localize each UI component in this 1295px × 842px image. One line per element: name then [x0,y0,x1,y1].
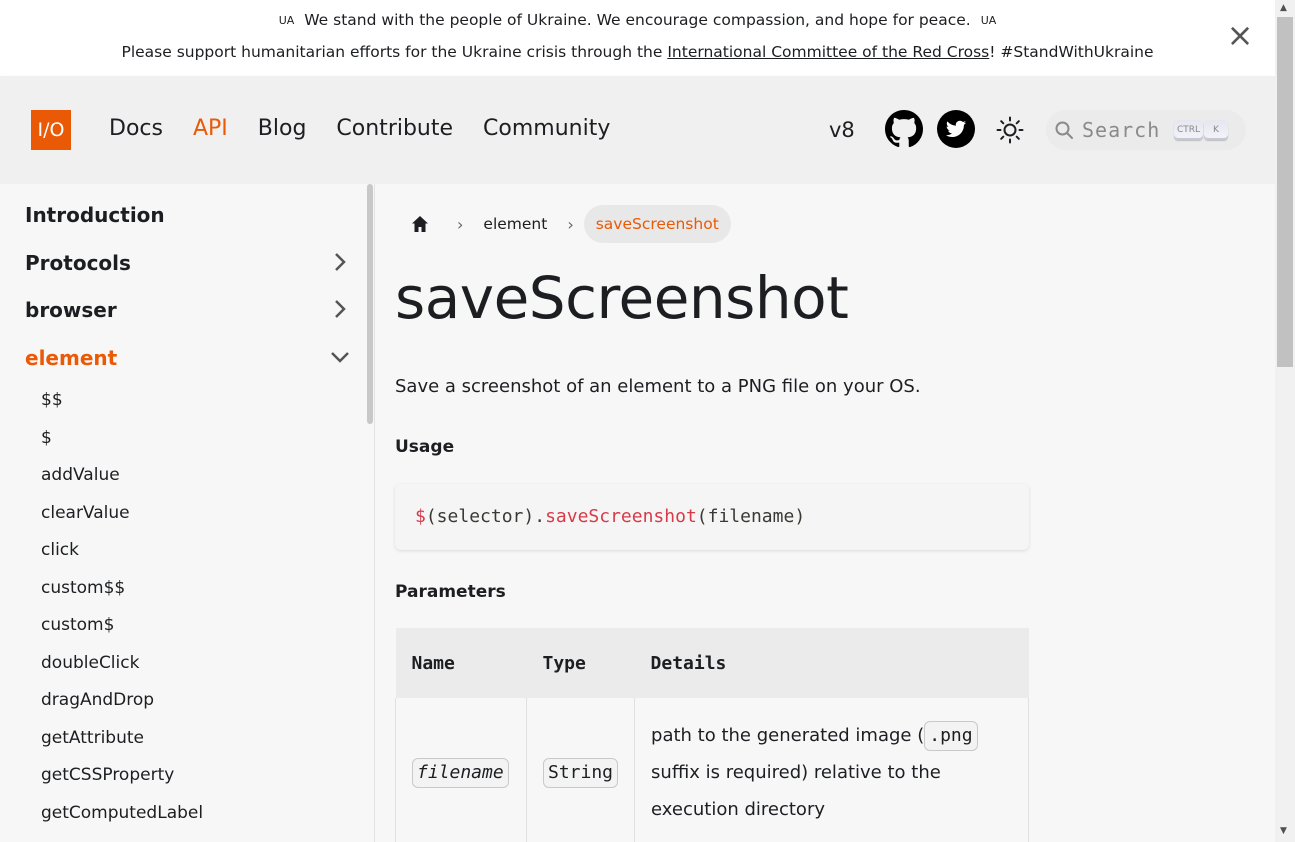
nav-links: Docs API Blog Contribute Community [109,116,640,141]
breadcrumb: › element › saveScreenshot [395,204,731,244]
nav-contribute[interactable]: Contribute [336,116,453,141]
parameters-table: Name Type Details filename String path t… [395,628,1029,842]
code-dollar: $ [415,506,426,527]
search-button[interactable]: Search CTRL K [1046,110,1246,150]
sidebar-item[interactable]: getComputedLabel [41,803,203,823]
param-details-text-rest: suffix is required) relative to the exec… [651,762,941,821]
sidebar-item[interactable]: getCSSProperty [41,765,174,785]
sidebar-item[interactable]: click [41,540,79,560]
param-name: filename [412,758,509,789]
column-header-type: Type [526,628,635,698]
ua-flag-right: UA [980,14,997,27]
ctrl-key: CTRL [1174,120,1204,140]
close-icon: × [1226,16,1254,54]
twitter-icon[interactable] [937,110,975,148]
code-selector: (selector). [425,506,546,527]
param-details-cell: path to the generated image (.png suffix… [634,698,1029,842]
scrollbar-thumb[interactable] [1277,17,1293,367]
search-icon [1055,121,1073,139]
github-icon[interactable] [885,110,923,148]
page-description: Save a screenshot of an element to a PNG… [395,376,921,397]
main-content: › element › saveScreenshot saveScreensho… [375,184,1275,842]
version-selector[interactable]: v8 [829,118,855,142]
search-label: Search [1082,118,1161,142]
sidebar-scrollbar[interactable] [367,184,373,424]
sidebar-item[interactable]: clearValue [41,503,130,523]
column-header-details: Details [634,628,1029,698]
page-title: saveScreenshot [395,264,849,332]
announcement-support-text: Please support humanitarian efforts for … [121,43,668,61]
sidebar-category-browser[interactable]: browser [25,298,117,322]
nav-blog[interactable]: Blog [258,116,307,141]
code-method: saveScreenshot [545,506,697,527]
code-args: (filename) [696,506,806,527]
k-key: K [1204,120,1228,140]
announcement-line-1: UA We stand with the people of Ukraine. W… [0,11,1275,29]
chevron-right-icon[interactable] [330,299,350,319]
param-name-cell: filename [395,698,527,842]
usage-code-block: $(selector).saveScreenshot(filename) [395,484,1029,550]
sidebar-item[interactable]: getAttribute [41,728,144,748]
sidebar-item[interactable]: custom$$ [41,578,125,598]
breadcrumb-separator: › [567,214,574,234]
page-scrollbar[interactable]: ▲ ▼ [1275,0,1295,842]
usage-heading: Usage [395,437,455,457]
chevron-right-icon[interactable] [330,252,350,272]
chevron-down-icon[interactable] [330,347,350,367]
param-details-code: .png [924,721,978,752]
sidebar-item[interactable]: $ [41,428,52,448]
table-row: filename String path to the generated im… [395,698,1029,842]
parameters-heading: Parameters [395,582,506,602]
breadcrumb-element[interactable]: element [483,215,547,233]
theme-toggle-icon[interactable] [996,116,1024,144]
sidebar-item[interactable]: addValue [41,465,120,485]
announcement-line-2: Please support humanitarian efforts for … [0,43,1275,61]
table-header-row: Name Type Details [395,628,1029,698]
home-icon[interactable] [411,215,429,233]
scroll-down-icon[interactable]: ▼ [1280,826,1287,836]
column-header-name: Name [395,628,527,698]
announcement-bar: UA We stand with the people of Ukraine. W… [0,0,1275,76]
announcement-hashtag: ! #StandWithUkraine [989,43,1154,61]
announcement-text: We stand with the people of Ukraine. We … [304,11,971,29]
breadcrumb-separator: › [457,214,464,234]
sidebar-item[interactable]: $$ [41,390,63,410]
nav-api[interactable]: API [193,116,228,141]
sidebar-item[interactable]: dragAndDrop [41,690,154,710]
sidebar-category-introduction[interactable]: Introduction [25,203,165,227]
nav-community[interactable]: Community [483,116,610,141]
navbar: I/O Docs API Blog Contribute Community v… [0,76,1275,184]
logo[interactable]: I/O [31,110,71,150]
breadcrumb-current: saveScreenshot [583,205,731,243]
param-type: String [543,758,619,789]
sidebar: Introduction Protocols browser element $… [0,184,375,842]
ua-flag-left: UA [278,14,295,27]
param-details-text: path to the generated image ( [651,725,925,747]
nav-docs[interactable]: Docs [109,116,163,141]
sidebar-category-element[interactable]: element [25,346,117,370]
sidebar-item[interactable]: custom$ [41,615,114,635]
close-announcement-button[interactable]: × [1225,19,1255,51]
red-cross-link[interactable]: International Committee of the Red Cross [667,43,989,61]
sidebar-category-protocols[interactable]: Protocols [25,251,131,275]
param-type-cell: String [525,698,636,842]
sidebar-item[interactable]: doubleClick [41,653,139,673]
scroll-up-icon[interactable]: ▲ [1280,3,1287,13]
